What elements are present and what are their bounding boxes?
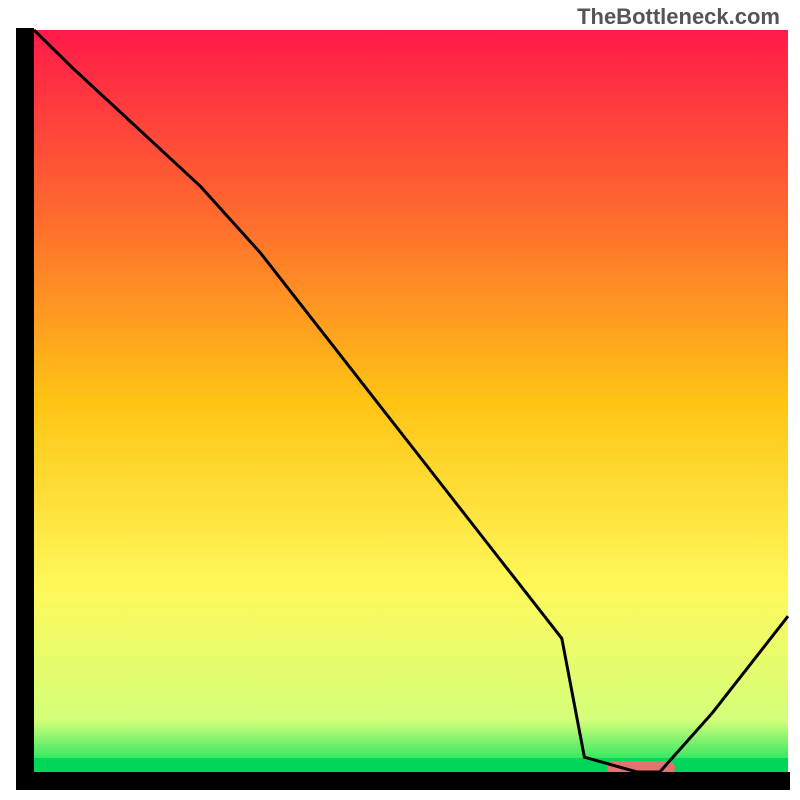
gradient-background xyxy=(34,30,788,772)
bottleneck-chart xyxy=(0,0,800,800)
watermark-text: TheBottleneck.com xyxy=(577,4,780,30)
green-band xyxy=(34,758,788,772)
